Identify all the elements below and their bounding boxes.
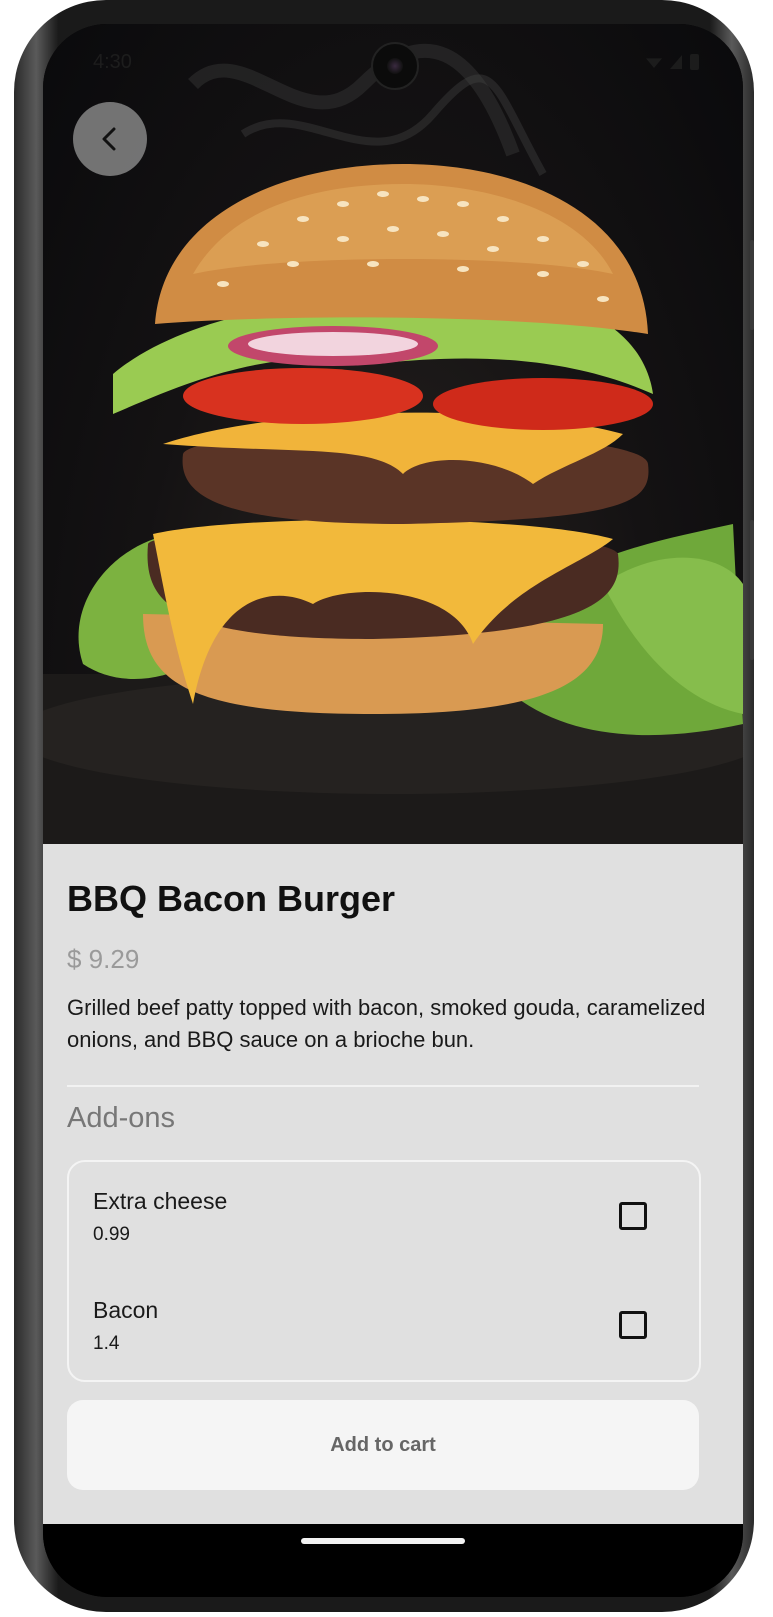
product-title: BBQ Bacon Burger bbox=[67, 878, 396, 919]
addon-item-extra-cheese[interactable]: Extra cheese 0.99 bbox=[69, 1168, 699, 1268]
section-divider bbox=[67, 1085, 699, 1087]
home-indicator[interactable] bbox=[301, 1538, 465, 1544]
back-button[interactable] bbox=[73, 102, 147, 176]
status-icons bbox=[646, 54, 699, 70]
addon-checkbox[interactable] bbox=[619, 1202, 647, 1230]
addon-name: Bacon bbox=[93, 1297, 159, 1323]
addons-heading: Add-ons bbox=[67, 1102, 176, 1134]
addon-checkbox[interactable] bbox=[619, 1311, 647, 1339]
volume-button bbox=[750, 240, 754, 330]
addon-price: 1.4 bbox=[93, 1333, 120, 1354]
system-nav-bar bbox=[43, 1524, 743, 1597]
product-description: Grilled beef patty topped with bacon, sm… bbox=[67, 995, 706, 1052]
signal-icon bbox=[670, 55, 682, 69]
chevron-left-icon bbox=[102, 127, 116, 151]
app-screen: 4:30 BBQ Bacon Burger $ 9.29 Grilled bee… bbox=[43, 24, 743, 1597]
product-price: $ 9.29 bbox=[67, 944, 140, 974]
add-to-cart-button[interactable]: Add to cart bbox=[67, 1400, 699, 1490]
addon-item-bacon[interactable]: Bacon 1.4 bbox=[69, 1277, 699, 1377]
addon-price: 0.99 bbox=[93, 1224, 130, 1245]
power-button bbox=[750, 520, 754, 660]
status-bar: 4:30 bbox=[43, 24, 743, 94]
addons-list: Extra cheese 0.99 Bacon 1.4 bbox=[67, 1160, 701, 1382]
wifi-icon bbox=[646, 58, 662, 68]
hero-image: 4:30 bbox=[43, 24, 743, 844]
addon-name: Extra cheese bbox=[93, 1188, 228, 1214]
status-time: 4:30 bbox=[93, 51, 132, 73]
burger-photo bbox=[43, 43, 743, 844]
product-detail-panel: BBQ Bacon Burger $ 9.29 Grilled beef pat… bbox=[43, 844, 743, 1524]
front-camera bbox=[371, 42, 419, 90]
battery-icon bbox=[690, 54, 699, 70]
